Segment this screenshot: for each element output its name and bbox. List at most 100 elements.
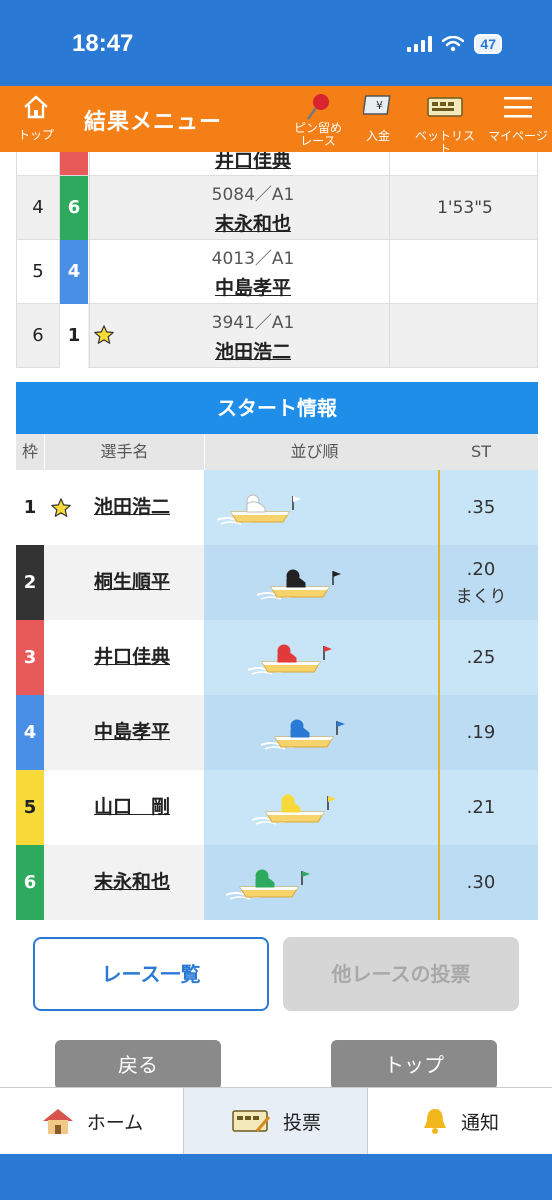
lane-badge: 6 bbox=[16, 845, 44, 920]
tab-home-label: ホーム bbox=[86, 1111, 144, 1134]
mypage-label: マイページ bbox=[488, 129, 548, 143]
start-info-header: 枠 選手名 並び順 ST bbox=[16, 434, 538, 470]
finish-place: 5 bbox=[32, 261, 44, 282]
svg-text:¥: ¥ bbox=[376, 99, 383, 112]
start-timing: .35 bbox=[466, 497, 496, 518]
boat-icon bbox=[260, 719, 345, 750]
results-row-partial: 井口佳典 bbox=[16, 152, 538, 176]
mypage-button[interactable]: マイページ bbox=[486, 92, 550, 143]
finish-place: 6 bbox=[32, 325, 44, 346]
lane-badge bbox=[60, 152, 88, 175]
start-info-row: 2 桐生順平 .20 まくり bbox=[16, 545, 538, 620]
deposit-icon: ¥ bbox=[363, 95, 391, 115]
tab-vote[interactable]: 投票 bbox=[184, 1088, 368, 1154]
start-info-row: 4 中島孝平 .19 bbox=[16, 695, 538, 770]
racer-name-link[interactable]: 中島孝平 bbox=[94, 695, 170, 770]
start-info-row: 6 末永和也 .30 bbox=[16, 845, 538, 920]
bell-icon bbox=[423, 1109, 446, 1134]
top-button[interactable]: トップ bbox=[14, 94, 58, 143]
lane-badge: 4 bbox=[60, 240, 88, 304]
racer-name-link[interactable]: 井口佳典 bbox=[137, 152, 369, 173]
start-info-title: スタート情報 bbox=[16, 382, 538, 434]
back-button[interactable]: 戻る bbox=[55, 1040, 221, 1090]
tab-notify[interactable]: 通知 bbox=[368, 1088, 552, 1154]
racer-name-link[interactable]: 末永和也 bbox=[137, 209, 369, 236]
lane-badge: 6 bbox=[60, 176, 88, 240]
start-timing: .19 bbox=[466, 722, 496, 743]
racer-registration: 3941／A1 bbox=[211, 313, 295, 333]
hamburger-menu-icon bbox=[504, 97, 532, 118]
status-time: 18:47 bbox=[72, 30, 134, 57]
race-list-button[interactable]: レース一覧 bbox=[33, 937, 269, 1011]
boat-icon bbox=[251, 794, 336, 825]
race-results-table: 井口佳典 4 6 5084／A1 末永和也 1'53"5 5 4 4013／A1 中島孝平 6 1 3… bbox=[16, 152, 538, 368]
results-row: 4 6 5084／A1 末永和也 1'53"5 bbox=[16, 176, 538, 240]
star-icon bbox=[51, 498, 71, 517]
deposit-button[interactable]: ¥ 入金 bbox=[358, 92, 398, 143]
race-time: 1'53"5 bbox=[437, 198, 493, 218]
racer-name-link[interactable]: 池田浩二 bbox=[94, 470, 170, 545]
racer-name-link[interactable]: 末永和也 bbox=[94, 845, 170, 920]
wifi-icon bbox=[442, 36, 465, 52]
tab-home[interactable]: ホーム bbox=[0, 1088, 184, 1154]
top-page-button[interactable]: トップ bbox=[331, 1040, 497, 1090]
racer-registration: 4013／A1 bbox=[211, 249, 295, 269]
racer-name-link[interactable]: 中島孝平 bbox=[137, 273, 369, 300]
house-icon bbox=[42, 1109, 73, 1134]
battery-indicator: 47 bbox=[474, 34, 502, 54]
status-icons: 47 bbox=[407, 34, 502, 54]
tab-vote-label: 投票 bbox=[282, 1111, 321, 1134]
racer-name-link[interactable]: 桐生順平 bbox=[94, 545, 170, 620]
start-info-row: 5 山口 剛 .21 bbox=[16, 770, 538, 845]
header-player: 選手名 bbox=[44, 434, 204, 470]
ticket-icon bbox=[232, 1110, 271, 1132]
home-indicator-bar bbox=[0, 1154, 552, 1200]
header-st: ST bbox=[471, 442, 491, 461]
lane-badge: 2 bbox=[16, 545, 44, 620]
start-timing: .30 bbox=[466, 872, 496, 893]
results-row: 6 1 3941／A1 池田浩二 bbox=[16, 304, 538, 368]
app-header: トップ 結果メニュー ピン留め レース ¥ 入金 ベットリスト マイページ bbox=[0, 86, 552, 156]
racer-name-link[interactable]: 山口 剛 bbox=[94, 770, 170, 845]
start-info-row: 3 井口佳典 .25 bbox=[16, 620, 538, 695]
racer-name-link[interactable]: 井口佳典 bbox=[94, 620, 170, 695]
other-race-vote-button[interactable]: 他レースの投票 bbox=[283, 937, 519, 1011]
lane-badge: 4 bbox=[16, 695, 44, 770]
pin-race-button[interactable]: ピン留め レース bbox=[288, 92, 348, 148]
page-title: 結果メニュー bbox=[84, 110, 223, 135]
status-bar: 18:47 47 bbox=[0, 0, 552, 86]
race-time bbox=[391, 304, 539, 368]
house-icon bbox=[24, 95, 48, 119]
start-timing: .25 bbox=[466, 647, 496, 668]
start-info-row: 1 池田浩二 .35 bbox=[16, 470, 538, 545]
betlist-button[interactable]: ベットリスト bbox=[410, 92, 480, 156]
boat-icon bbox=[216, 494, 301, 525]
deposit-label: 入金 bbox=[365, 129, 390, 143]
race-time bbox=[391, 240, 539, 304]
star-icon bbox=[94, 325, 114, 344]
lane-badge: 3 bbox=[16, 620, 44, 695]
tab-notify-label: 通知 bbox=[460, 1111, 499, 1134]
ticket-icon bbox=[427, 97, 463, 117]
lane-badge: 5 bbox=[16, 770, 44, 845]
pin-label-line2: レース bbox=[300, 134, 336, 148]
top-button-label: トップ bbox=[17, 128, 54, 142]
results-row: 5 4 4013／A1 中島孝平 bbox=[16, 240, 538, 304]
lane-badge: 1 bbox=[60, 304, 88, 368]
start-timing: .20 bbox=[466, 558, 496, 580]
boat-icon bbox=[247, 644, 332, 675]
racer-registration: 5084／A1 bbox=[211, 185, 295, 205]
boat-icon bbox=[225, 869, 310, 900]
start-info-section: スタート情報 枠 選手名 並び順 ST 1 池田浩二 .35 2 桐生順平 .20 まくり 3… bbox=[16, 382, 538, 920]
pushpin-icon bbox=[306, 94, 329, 120]
finish-place: 4 bbox=[32, 197, 44, 218]
header-waku: 枠 bbox=[21, 442, 38, 461]
start-note: まくり bbox=[455, 586, 507, 607]
racer-name-link[interactable]: 池田浩二 bbox=[137, 337, 369, 364]
header-order: 並び順 bbox=[204, 434, 424, 470]
lane-badge: 1 bbox=[16, 470, 44, 545]
boat-icon bbox=[256, 569, 341, 600]
bottom-tab-bar: ホーム 投票 通知 bbox=[0, 1087, 552, 1154]
signal-icon bbox=[407, 36, 433, 52]
start-timing: .21 bbox=[466, 797, 496, 818]
